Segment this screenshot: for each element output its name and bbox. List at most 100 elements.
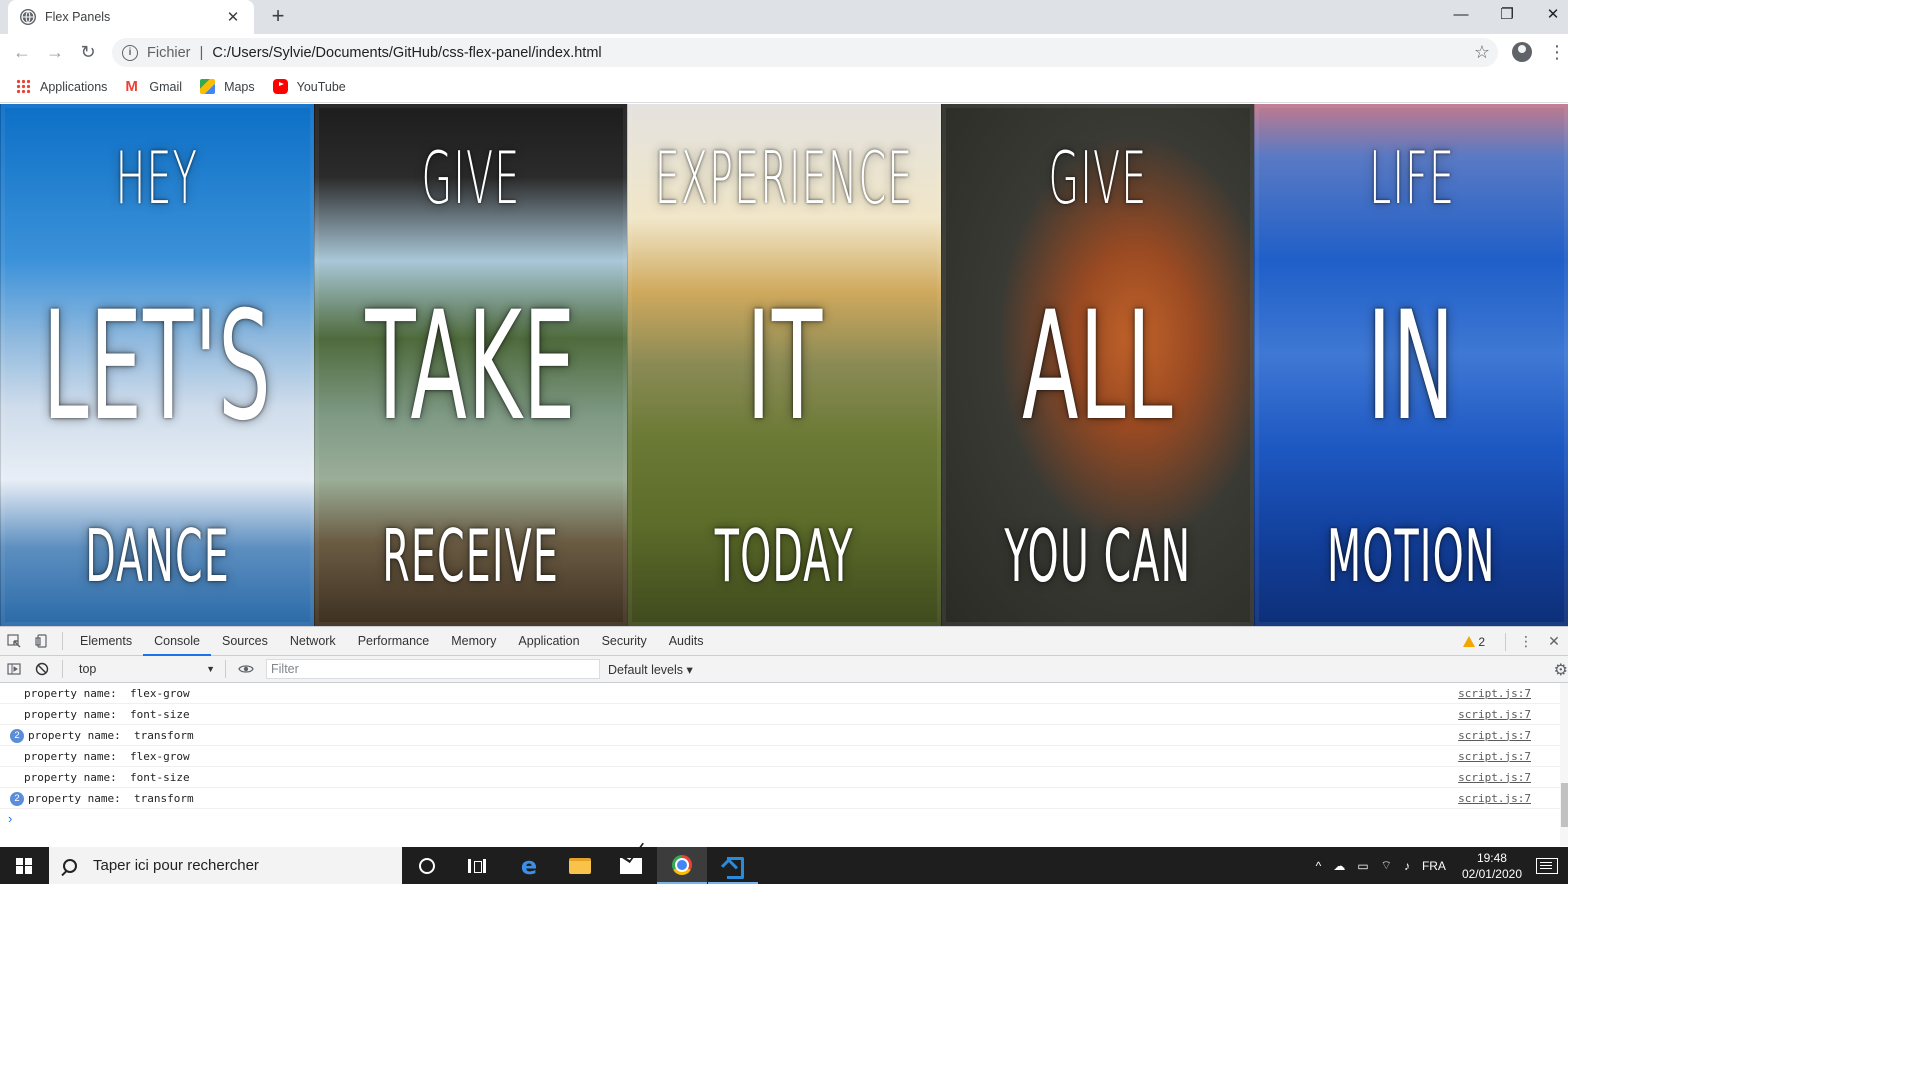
bookmark-applications[interactable]: Applications (16, 79, 107, 94)
log-source-link[interactable]: script.js:7 (1458, 792, 1531, 805)
log-message: property name: flex-grow (24, 749, 190, 763)
back-button[interactable]: ← (10, 40, 34, 64)
warning-icon (1463, 636, 1476, 647)
scrollbar-thumb[interactable] (1561, 783, 1568, 827)
eye-icon[interactable] (232, 655, 260, 683)
minimize-button[interactable]: — (1438, 0, 1484, 32)
tab-network[interactable]: Network (279, 627, 347, 656)
restore-button[interactable]: ❐ (1484, 0, 1530, 32)
tab-sources[interactable]: Sources (211, 627, 279, 656)
warnings-counter[interactable]: 2 (1463, 635, 1485, 649)
devtools-tabbar: Elements Console Sources Network Perform… (0, 627, 1568, 656)
clear-console-icon[interactable] (28, 655, 56, 683)
log-source-link[interactable]: script.js:7 (1458, 729, 1531, 742)
bookmark-maps[interactable]: Maps (200, 79, 255, 94)
console-output: property name: flex-grow script.js:7 pro… (0, 683, 1568, 846)
info-icon[interactable]: i (122, 44, 138, 61)
tab-close-icon[interactable]: ✕ (224, 8, 242, 26)
panel-bottom-text: Receive (382, 514, 560, 598)
console-prompt[interactable]: › (0, 809, 1568, 829)
url-text[interactable]: C:/Users/Sylvie/Documents/GitHub/css-fle… (212, 45, 601, 61)
log-source-link[interactable]: script.js:7 (1458, 771, 1531, 784)
panel-top-text: Give (1048, 136, 1148, 220)
edge-icon: e (520, 851, 538, 880)
context-value: top (79, 662, 97, 676)
chrome-button[interactable] (657, 847, 707, 884)
battery-icon[interactable]: ▭ (1357, 859, 1368, 873)
toolbar-divider (62, 632, 63, 650)
device-toolbar-icon[interactable] (28, 627, 56, 655)
account-icon[interactable] (1512, 42, 1532, 62)
tab-audits[interactable]: Audits (658, 627, 715, 656)
toolbar-divider (1505, 632, 1506, 651)
address-bar[interactable]: i Fichier | C:/Users/Sylvie/Documents/Gi… (112, 38, 1498, 67)
repeat-count-badge: 2 (10, 729, 24, 743)
close-window-button[interactable]: ✕ (1530, 0, 1576, 32)
system-tray: ^ ☁ ▭ ⌔ ♪ FRA 19:48 02/01/2020 (1310, 847, 1568, 884)
panel-5[interactable]: Life In Motion (1254, 104, 1568, 626)
panel-3[interactable]: Experience It Today (627, 104, 941, 626)
log-source-link[interactable]: script.js:7 (1458, 687, 1531, 700)
task-view-icon (468, 858, 486, 873)
panel-middle-text: All (1022, 280, 1174, 454)
bookmark-star-icon[interactable]: ☆ (1474, 42, 1490, 63)
new-tab-button[interactable]: + (266, 4, 290, 28)
globe-icon (20, 9, 36, 25)
onedrive-icon[interactable]: ☁ (1333, 859, 1345, 873)
bookmark-gmail[interactable]: M Gmail (125, 79, 182, 94)
tab-memory[interactable]: Memory (440, 627, 507, 656)
reload-button[interactable]: ↻ (76, 40, 100, 64)
flex-panels: Hey Let's Dance Give Take Receive Experi… (0, 104, 1568, 626)
scheme-label: Fichier (147, 44, 191, 61)
panel-top-text: Experience (655, 136, 914, 220)
log-message: property name: font-size (24, 770, 190, 784)
wifi-icon[interactable]: ⌔ (1381, 858, 1392, 873)
tab-security[interactable]: Security (591, 627, 658, 656)
tab-console[interactable]: Console (143, 627, 211, 656)
bookmarks-bar: Applications M Gmail Maps YouTube (0, 71, 1568, 103)
show-hidden-icons-icon[interactable]: ^ (1316, 859, 1322, 873)
panel-middle-text: Let's (42, 280, 272, 454)
tab-elements[interactable]: Elements (69, 627, 143, 656)
taskbar-search[interactable]: Taper ici pour rechercher (49, 847, 402, 884)
log-source-link[interactable]: script.js:7 (1458, 708, 1531, 721)
panel-bottom-text: You can (1004, 514, 1192, 598)
console-row: property name: flex-grow script.js:7 (0, 746, 1568, 767)
toolbar-divider (225, 660, 226, 678)
context-selector[interactable]: top ▼ (75, 659, 219, 679)
console-row: 2 property name: transform script.js:7 (0, 725, 1568, 746)
tab-application[interactable]: Application (507, 627, 590, 656)
notifications-icon[interactable] (1536, 857, 1558, 874)
start-button[interactable] (0, 847, 48, 884)
log-levels-dropdown[interactable]: Default levels ▾ (608, 662, 693, 677)
forward-button[interactable]: → (43, 40, 67, 64)
youtube-icon (272, 79, 288, 94)
bookmark-label: Maps (224, 79, 255, 94)
tab-performance[interactable]: Performance (347, 627, 441, 656)
panel-4[interactable]: Give All You can (940, 104, 1255, 626)
panel-middle-text: It (746, 280, 823, 454)
file-explorer-button[interactable] (555, 847, 605, 884)
edge-button[interactable]: e (504, 847, 554, 884)
bookmark-youtube[interactable]: YouTube (272, 79, 346, 94)
browser-tab[interactable]: Flex Panels ✕ (8, 0, 254, 34)
tab-title: Flex Panels (45, 10, 111, 24)
console-scrollbar[interactable] (1560, 683, 1568, 846)
console-filter-input[interactable]: Filter (266, 659, 600, 679)
devtools-menu-icon[interactable]: ⋮ (1512, 628, 1540, 656)
cortana-button[interactable] (402, 847, 452, 884)
mail-button[interactable] (606, 847, 656, 884)
task-view-button[interactable] (452, 847, 502, 884)
inspect-element-icon[interactable] (0, 627, 28, 655)
language-indicator[interactable]: FRA (1422, 859, 1446, 873)
log-source-link[interactable]: script.js:7 (1458, 750, 1531, 763)
panel-1[interactable]: Hey Let's Dance (0, 104, 314, 626)
gear-icon[interactable]: ⚙ (1554, 660, 1568, 680)
browser-menu-icon[interactable]: ⋮ (1548, 40, 1566, 64)
volume-icon[interactable]: ♪ (1404, 859, 1410, 873)
show-sidebar-icon[interactable] (0, 655, 28, 683)
devtools-close-icon[interactable]: ✕ (1540, 628, 1568, 656)
vscode-button[interactable] (708, 847, 758, 884)
clock[interactable]: 19:48 02/01/2020 (1462, 850, 1522, 882)
panel-2[interactable]: Give Take Receive (313, 104, 628, 626)
